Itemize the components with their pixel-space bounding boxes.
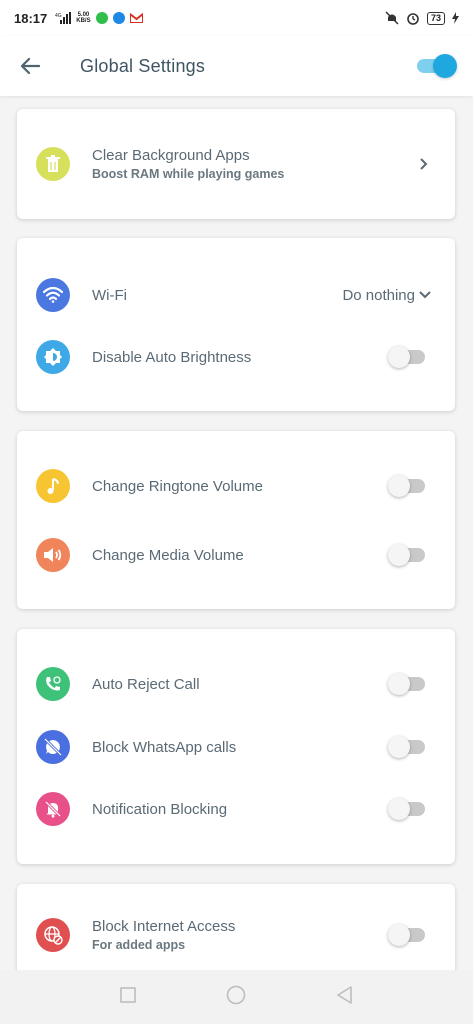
charging-icon xyxy=(452,12,459,24)
net-speed-unit: KB/S xyxy=(76,18,91,24)
brightness-label: Disable Auto Brightness xyxy=(92,348,252,366)
alarm-icon xyxy=(407,13,419,25)
toggle-knob xyxy=(388,924,410,946)
home-button[interactable] xyxy=(226,985,246,1010)
status-left-icons: 4G 5.00 KB/S xyxy=(55,12,143,24)
wifi-action-dropdown[interactable]: Do nothing xyxy=(342,287,431,304)
globe-block-icon xyxy=(36,918,70,952)
wifi-row[interactable]: Wi-Fi Do nothing xyxy=(17,270,455,320)
card-calls-notifications: Auto Reject Call Block WhatsApp calls No… xyxy=(17,629,455,864)
gmail-icon xyxy=(129,13,143,23)
toggle-knob xyxy=(388,798,410,820)
master-toggle[interactable] xyxy=(417,54,457,78)
wifi-action-value: Do nothing xyxy=(342,286,415,304)
speaker-icon xyxy=(36,538,70,572)
net-speed: 5.00 KB/S xyxy=(76,12,90,24)
notification-label: Notification Blocking xyxy=(92,800,228,818)
ringtone-toggle[interactable] xyxy=(388,475,425,497)
bell-off-icon xyxy=(36,792,70,826)
whatsapp-text: Block WhatsApp calls xyxy=(92,739,236,756)
battery-indicator: 73 xyxy=(426,11,445,25)
internet-label: Block Internet Access xyxy=(92,918,236,935)
page-title: Global Settings xyxy=(80,55,206,76)
reject-call-toggle[interactable] xyxy=(388,673,425,695)
circle-icon xyxy=(226,985,245,1004)
media-label: Change Media Volume xyxy=(92,546,244,564)
clear-background-row[interactable]: Clear Background Apps Boost RAM while pl… xyxy=(17,139,455,189)
brightness-text: Disable Auto Brightness xyxy=(92,349,251,366)
card-volume: Change Ringtone Volume Change Media Volu… xyxy=(17,431,455,609)
status-right-icons: 73 xyxy=(385,11,459,25)
trash-icon xyxy=(36,147,70,181)
square-icon xyxy=(119,986,136,1003)
signal-icon: 4G xyxy=(55,12,72,24)
recents-button[interactable] xyxy=(119,986,136,1008)
ringtone-label: Change Ringtone Volume xyxy=(92,477,263,495)
internet-sublabel: For added apps xyxy=(92,938,186,952)
notification-text: Notification Blocking xyxy=(92,801,227,818)
toggle-knob xyxy=(388,346,410,368)
card-connectivity: Wi-Fi Do nothing Disable Auto Brightness xyxy=(17,238,455,411)
toggle-knob xyxy=(388,475,410,497)
media-toggle[interactable] xyxy=(388,544,425,566)
master-toggle-knob xyxy=(433,54,457,78)
brightness-icon xyxy=(36,340,70,374)
mute-icon xyxy=(385,11,399,25)
whatsapp-row[interactable]: Block WhatsApp calls xyxy=(17,722,455,772)
arrow-left-icon xyxy=(20,57,40,75)
internet-text: Block Internet Access For added apps xyxy=(92,918,235,952)
wifi-icon xyxy=(36,278,70,312)
chevron-down-icon xyxy=(419,291,431,299)
back-button[interactable] xyxy=(0,36,60,96)
card-clear-background: Clear Background Apps Boost RAM while pl… xyxy=(17,109,455,219)
app-bar: Global Settings xyxy=(0,36,473,96)
chevron-right-icon xyxy=(420,158,428,170)
media-row[interactable]: Change Media Volume xyxy=(17,530,455,580)
wifi-text: Wi-Fi xyxy=(92,287,127,304)
chat-app-icon xyxy=(95,12,108,24)
triangle-back-icon xyxy=(336,985,352,1004)
music-note-icon xyxy=(36,469,70,503)
whatsapp-label: Block WhatsApp calls xyxy=(92,738,237,756)
back-nav-button[interactable] xyxy=(336,985,354,1009)
clear-background-label: Clear Background Apps xyxy=(92,147,250,164)
status-bar: 18:17 4G 5.00 KB/S 73 xyxy=(0,0,473,36)
reject-call-row[interactable]: Auto Reject Call xyxy=(17,659,455,709)
notification-toggle[interactable] xyxy=(388,798,425,820)
whatsapp-toggle[interactable] xyxy=(388,736,425,758)
notification-row[interactable]: Notification Blocking xyxy=(17,784,455,834)
reject-call-text: Auto Reject Call xyxy=(92,676,200,693)
brightness-toggle[interactable] xyxy=(388,346,425,368)
phone-icon xyxy=(36,667,70,701)
ringtone-text: Change Ringtone Volume xyxy=(92,478,263,495)
media-text: Change Media Volume xyxy=(92,547,244,564)
ringtone-row[interactable]: Change Ringtone Volume xyxy=(17,461,455,511)
svg-text:4G: 4G xyxy=(55,13,62,19)
toggle-knob xyxy=(388,736,410,758)
notification-app-icon xyxy=(112,12,125,24)
brightness-row[interactable]: Disable Auto Brightness xyxy=(17,332,455,382)
system-nav-bar xyxy=(0,970,473,1024)
wifi-label: Wi-Fi xyxy=(92,286,127,304)
status-time: 18:17 xyxy=(14,10,48,26)
reject-call-label: Auto Reject Call xyxy=(92,675,200,693)
whatsapp-off-icon xyxy=(36,730,70,764)
internet-toggle[interactable] xyxy=(388,924,425,946)
settings-list: Clear Background Apps Boost RAM while pl… xyxy=(0,96,473,970)
clear-background-text: Clear Background Apps Boost RAM while pl… xyxy=(92,147,284,181)
card-internet: Block Internet Access For added apps xyxy=(17,884,455,970)
clear-background-sublabel: Boost RAM while playing games xyxy=(92,167,285,181)
toggle-knob xyxy=(388,544,410,566)
internet-row[interactable]: Block Internet Access For added apps xyxy=(17,910,455,960)
toggle-knob xyxy=(388,673,410,695)
